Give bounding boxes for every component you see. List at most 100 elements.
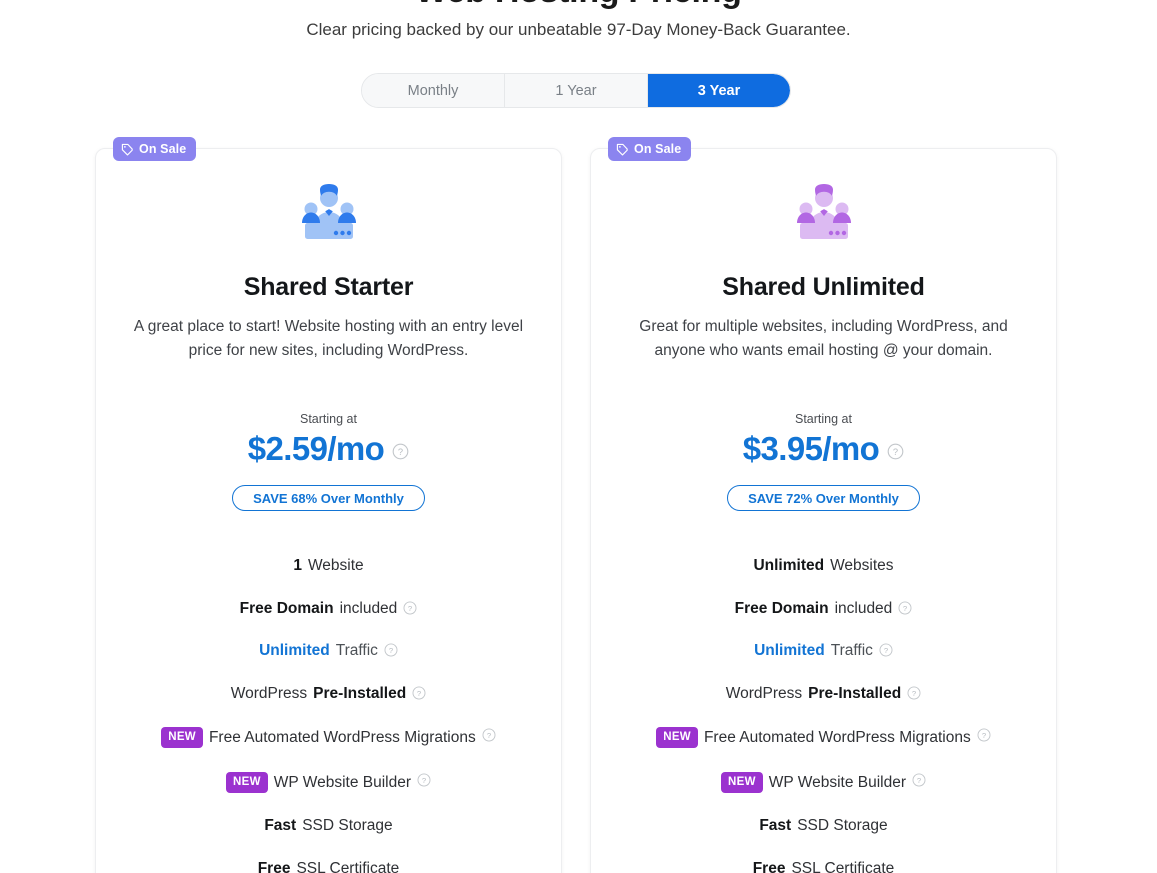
plan-card: On Sale Shared Starter A great place to st…: [95, 137, 562, 873]
feature-label: WP Website Builder: [273, 773, 411, 791]
feature-highlight: Unlimited: [754, 642, 825, 660]
billing-option-1-year[interactable]: 1 Year: [505, 74, 648, 107]
feature-highlight: Unlimited: [259, 642, 330, 660]
feature-item: Unlimited Traffic?: [617, 642, 1030, 661]
page-title: Web Hosting Pricing: [0, 0, 1157, 11]
svg-text:?: ?: [487, 731, 491, 740]
feature-highlight: 1: [293, 557, 302, 575]
feature-highlight: Free Domain: [734, 599, 829, 617]
price-row: $3.95/mo?: [617, 430, 1030, 468]
feature-list: Unlimited Websites Free Domain included? Unl…: [617, 557, 1030, 873]
feature-highlight: Free: [257, 860, 291, 873]
feature-label: included: [834, 599, 893, 617]
plan-name: Shared Unlimited: [722, 273, 925, 301]
on-sale-badge: On Sale: [113, 137, 197, 161]
feature-label: WP Website Builder: [768, 773, 906, 791]
help-circle-icon[interactable]: ?: [977, 728, 991, 742]
help-circle-icon[interactable]: ?: [417, 773, 431, 787]
feature-highlight: Unlimited: [753, 557, 825, 575]
feature-item: WordPress Pre-Installed?: [122, 685, 535, 704]
feature-label: Free Automated WordPress Migrations: [703, 728, 971, 746]
feature-item: NEW WP Website Builder?: [617, 772, 1030, 794]
svg-text:?: ?: [884, 646, 888, 655]
svg-text:?: ?: [422, 776, 426, 785]
billing-option-3-year[interactable]: 3 Year: [648, 74, 790, 107]
billing-period-toggle[interactable]: Monthly 1 Year 3 Year: [361, 73, 791, 108]
plan-description: Great for multiple websites, including W…: [639, 318, 1008, 359]
pricing-page: Web Hosting Pricing Clear pricing backed…: [0, 0, 1157, 873]
feature-highlight: Pre-Installed: [313, 684, 407, 702]
help-circle-icon[interactable]: ?: [412, 686, 426, 700]
svg-text:?: ?: [982, 731, 986, 740]
feature-label: SSL Certificate: [791, 860, 895, 873]
feature-item: Unlimited Websites: [617, 557, 1030, 576]
plan-price: $3.95/mo: [742, 430, 880, 468]
savings-badge[interactable]: SAVE 72% Over Monthly: [727, 485, 920, 512]
feature-item: WordPress Pre-Installed?: [617, 685, 1030, 704]
feature-highlight: Fast: [759, 817, 792, 835]
billing-option-monthly[interactable]: Monthly: [362, 74, 505, 107]
svg-text:?: ?: [903, 604, 907, 613]
feature-highlight: Free Domain: [239, 599, 334, 617]
help-circle-icon[interactable]: ?: [912, 773, 926, 787]
svg-text:?: ?: [417, 689, 421, 698]
svg-text:?: ?: [912, 689, 916, 698]
help-circle-icon[interactable]: ?: [403, 601, 417, 615]
svg-text:?: ?: [917, 776, 921, 785]
new-badge: NEW: [721, 772, 763, 794]
svg-text:?: ?: [398, 447, 403, 457]
plan-name: Shared Starter: [243, 273, 414, 301]
tag-icon: [121, 143, 134, 156]
on-sale-label: On Sale: [139, 142, 187, 156]
page-subtitle: Clear pricing backed by our unbeatable 9…: [306, 20, 851, 39]
feature-item: Fast SSD Storage: [122, 817, 535, 836]
feature-label: Traffic: [335, 642, 378, 660]
feature-label: Website: [307, 557, 364, 575]
plan-card-list: On Sale Shared Starter A great place to st…: [95, 137, 1057, 873]
feature-highlight: Pre-Installed: [808, 684, 902, 702]
new-badge: NEW: [226, 772, 268, 794]
new-badge: NEW: [161, 727, 203, 749]
feature-item: Free SSL Certificate: [122, 860, 535, 873]
people-group-icon: [617, 183, 1030, 245]
people-group-icon: [122, 183, 535, 245]
feature-list: 1 Website Free Domain included? Unlimited Tra…: [122, 557, 535, 873]
svg-text:?: ?: [389, 646, 393, 655]
help-circle-icon[interactable]: ?: [392, 443, 409, 460]
feature-item: NEW WP Website Builder?: [122, 772, 535, 794]
feature-label: SSD Storage: [302, 817, 393, 835]
feature-highlight: Fast: [264, 817, 297, 835]
plan-price: $2.59/mo: [247, 430, 385, 468]
feature-label: Traffic: [830, 642, 873, 660]
help-circle-icon[interactable]: ?: [482, 728, 496, 742]
feature-label: SSD Storage: [797, 817, 888, 835]
feature-item: NEW Free Automated WordPress Migrations?: [122, 727, 535, 749]
help-circle-icon[interactable]: ?: [887, 443, 904, 460]
feature-item: Unlimited Traffic?: [122, 642, 535, 661]
help-circle-icon[interactable]: ?: [384, 643, 398, 657]
feature-item: Fast SSD Storage: [617, 817, 1030, 836]
help-circle-icon[interactable]: ?: [907, 686, 921, 700]
help-circle-icon[interactable]: ?: [879, 643, 893, 657]
feature-label: Free Automated WordPress Migrations: [208, 728, 476, 746]
on-sale-label: On Sale: [634, 142, 682, 156]
svg-text:?: ?: [893, 447, 898, 457]
plan-card: On Sale Shared Unlimited Great for multipl…: [590, 137, 1057, 873]
feature-item: NEW Free Automated WordPress Migrations?: [617, 727, 1030, 749]
starting-at-label: Starting at: [300, 412, 357, 427]
feature-item: 1 Website: [122, 557, 535, 576]
feature-label: Websites: [830, 557, 894, 575]
help-circle-icon[interactable]: ?: [898, 601, 912, 615]
on-sale-badge: On Sale: [608, 137, 692, 161]
plan-description: A great place to start! Website hosting …: [133, 318, 524, 359]
feature-item: Free Domain included?: [122, 600, 535, 619]
svg-text:?: ?: [408, 604, 412, 613]
tag-icon: [616, 143, 629, 156]
price-row: $2.59/mo?: [122, 430, 535, 468]
savings-badge[interactable]: SAVE 68% Over Monthly: [232, 485, 425, 512]
feature-item: Free SSL Certificate: [617, 860, 1030, 873]
feature-item: Free Domain included?: [617, 600, 1030, 619]
feature-label: included: [339, 599, 398, 617]
feature-label: SSL Certificate: [296, 860, 400, 873]
feature-label: WordPress: [725, 684, 803, 702]
